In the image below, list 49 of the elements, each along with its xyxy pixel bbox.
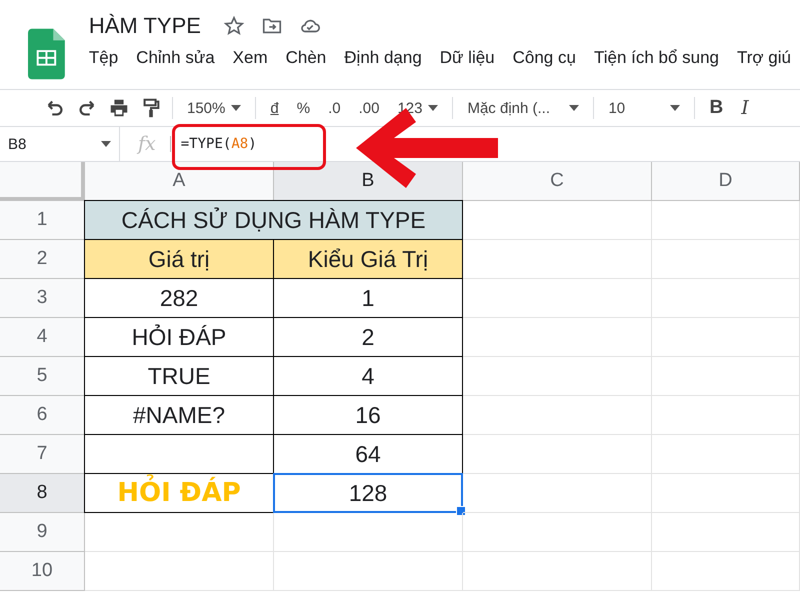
decrease-decimals-button[interactable]: .0 bbox=[324, 100, 345, 116]
star-icon[interactable] bbox=[222, 15, 245, 37]
column-header-cell: Kiểu Giá Trị bbox=[273, 239, 463, 279]
formula-text[interactable]: =TYPE(A8) bbox=[170, 136, 257, 152]
row-header[interactable]: 2 bbox=[0, 240, 85, 279]
table-cell: 128 bbox=[273, 473, 463, 513]
menu-item[interactable]: Dữ liệu bbox=[430, 48, 504, 68]
menu-item[interactable]: Tệp bbox=[88, 48, 128, 68]
caret-icon bbox=[428, 105, 438, 111]
row-header[interactable]: 1 bbox=[0, 201, 85, 240]
name-box[interactable]: B8 bbox=[0, 127, 120, 161]
row-header[interactable]: 3 bbox=[0, 279, 85, 318]
menu-item[interactable]: Chèn bbox=[276, 48, 336, 68]
currency-button[interactable]: đ bbox=[266, 100, 283, 116]
font-size-dropdown[interactable]: 10 bbox=[604, 100, 684, 116]
column-header-cell: Giá trị bbox=[84, 239, 274, 279]
menu-item[interactable]: Chỉnh sửa bbox=[127, 48, 224, 68]
menu-item[interactable]: Định dạng bbox=[335, 48, 431, 68]
font-dropdown[interactable]: Mặc định (... bbox=[463, 100, 584, 116]
print-icon[interactable] bbox=[108, 97, 130, 119]
fill-handle[interactable] bbox=[456, 506, 466, 516]
logo-text: HỎI ĐÁP bbox=[84, 473, 274, 513]
percent-button[interactable]: % bbox=[292, 100, 314, 116]
menu-item[interactable]: Công cụ bbox=[504, 48, 585, 68]
caret-icon bbox=[569, 105, 580, 111]
caret-icon bbox=[231, 105, 242, 111]
row-header[interactable]: 5 bbox=[0, 357, 85, 396]
column-header[interactable]: C bbox=[463, 162, 652, 201]
row-header[interactable]: 6 bbox=[0, 396, 85, 435]
menu-item[interactable]: Trợ giú bbox=[728, 48, 800, 68]
column-header[interactable]: D bbox=[652, 162, 800, 201]
row-header[interactable]: 4 bbox=[0, 318, 85, 357]
menu-item[interactable]: Tiện ích bổ sung bbox=[584, 48, 728, 68]
row-header[interactable]: 8 bbox=[0, 474, 85, 513]
document-title[interactable]: HÀM TYPE bbox=[88, 13, 201, 39]
column-header[interactable]: A bbox=[85, 162, 274, 201]
italic-button[interactable]: I bbox=[737, 97, 753, 119]
row-header[interactable]: 10 bbox=[0, 552, 85, 591]
caret-icon bbox=[101, 141, 111, 147]
menu-item[interactable]: Xem bbox=[224, 48, 277, 68]
zoom-dropdown[interactable]: 150% bbox=[183, 100, 246, 116]
bold-button[interactable]: B bbox=[705, 97, 728, 119]
row-header[interactable]: 9 bbox=[0, 513, 85, 552]
increase-decimals-button[interactable]: .00 bbox=[354, 100, 384, 116]
table-title: CÁCH SỬ DỤNG HÀM TYPE bbox=[84, 200, 463, 240]
caret-icon bbox=[670, 105, 680, 111]
row-header[interactable]: 7 bbox=[0, 435, 85, 474]
spreadsheet-logo-icon bbox=[28, 28, 65, 80]
function-label: fx bbox=[138, 133, 156, 155]
